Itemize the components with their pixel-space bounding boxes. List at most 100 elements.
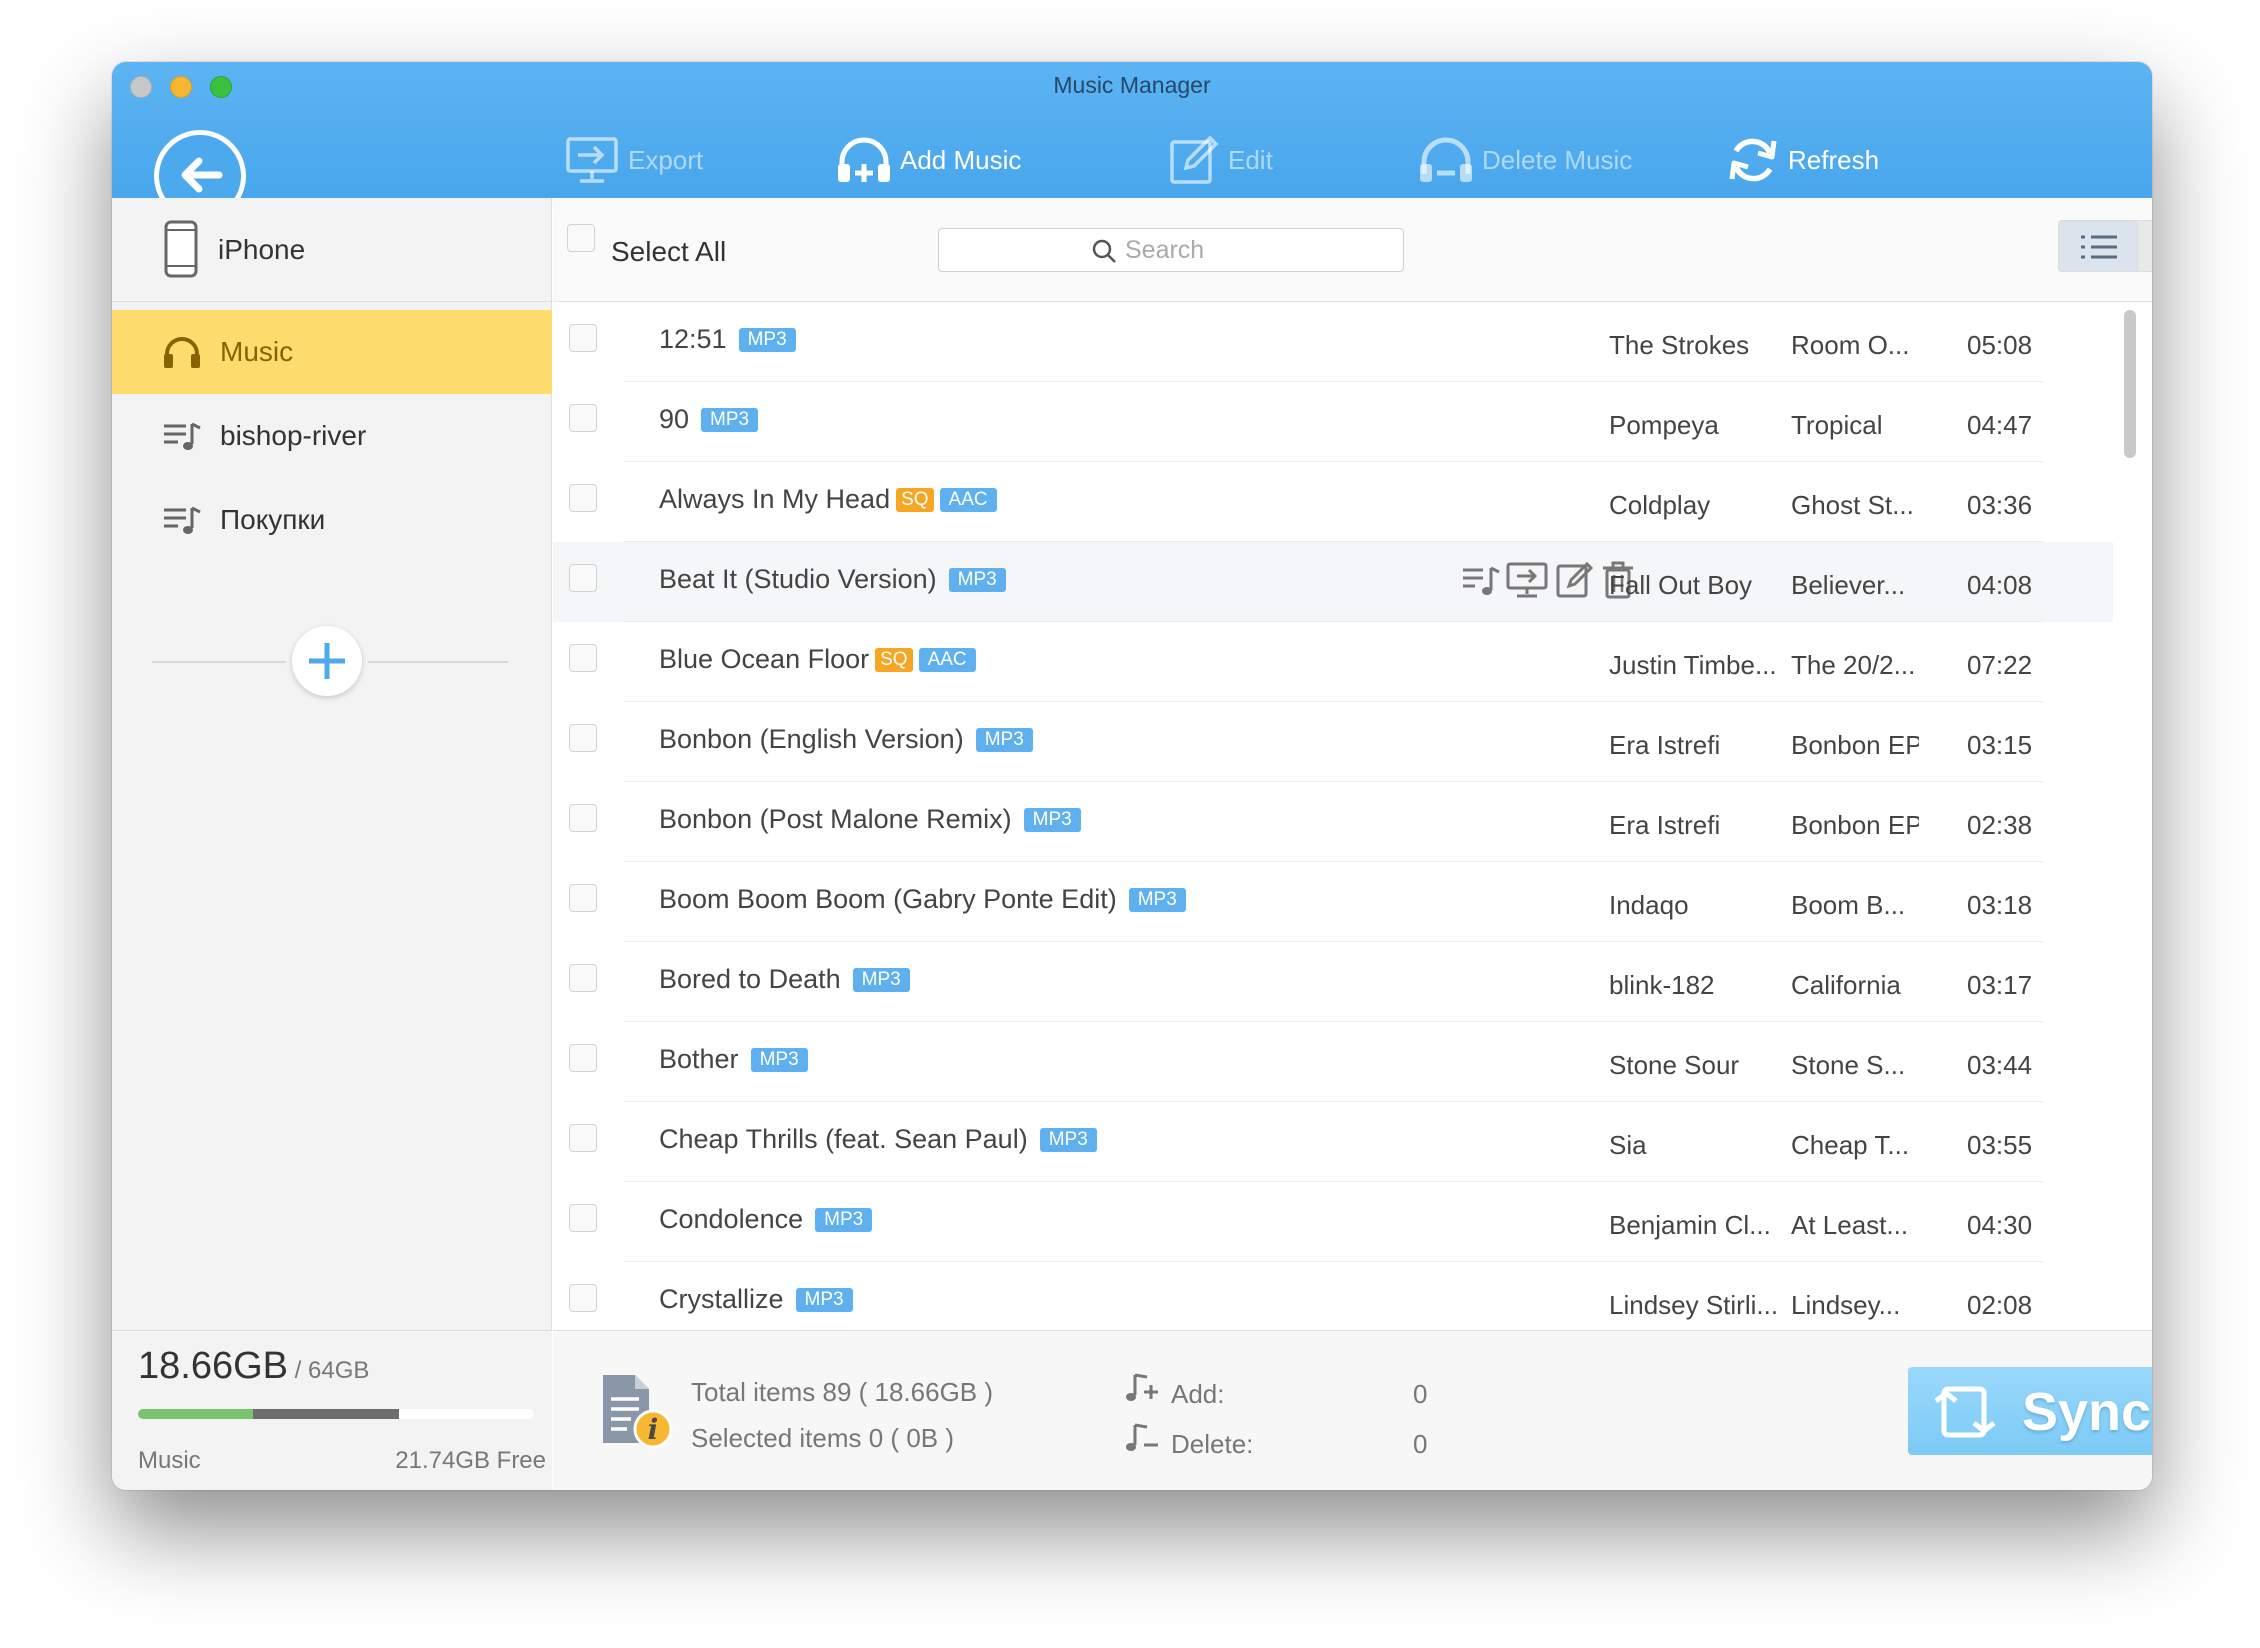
select-all-checkbox[interactable] [567,224,595,252]
refresh-button[interactable]: Refresh [1726,132,1879,188]
track-title-cell: Crystallize MP3 [659,1284,853,1315]
track-title: Boom Boom Boom (Gabry Ponte Edit) [659,884,1117,914]
format-badge: MP3 [948,568,1006,592]
track-album: Lindsey... [1791,1290,1901,1320]
track-checkbox[interactable] [569,884,597,912]
format-badge: MP3 [1023,808,1081,832]
edit-button[interactable]: Edit [1168,132,1273,188]
device-header[interactable]: iPhone [112,198,552,302]
track-checkbox[interactable] [569,324,597,352]
storage-free: 21.74GB Free [395,1447,546,1474]
sidebar-item-label: Music [220,336,294,367]
add-playlist-button[interactable] [292,626,362,696]
track-artist: Era Istrefi [1609,730,1721,760]
track-title-cell: Bored to Death MP3 [659,964,910,995]
format-badge: MP3 [738,328,796,352]
track-artist: Lindsey Stirli... [1609,1290,1779,1320]
track-title-cell: Cheap Thrills (feat. Sean Paul) MP3 [659,1124,1097,1155]
track-artist: Sia [1609,1130,1647,1160]
format-badge: MP3 [852,968,910,992]
track-row[interactable]: Bother MP3 Stone Sour Stone S... 03:44 [553,1022,2113,1102]
track-row[interactable]: Always In My Head SQ AAC Coldplay Ghost St..… [553,462,2113,542]
sync-button[interactable]: Sync [1908,1367,2152,1455]
title-bar: Music Manager Export Add Music Edit Dele… [112,62,2152,222]
add-music-icon [838,137,890,182]
track-list: 12:51 MP3 The Strokes Room O... 05:08 90 MP3 Po… [553,302,2152,1330]
export-row-icon[interactable] [1505,560,1549,600]
track-checkbox[interactable] [569,484,597,512]
track-title: 90 [659,404,690,434]
track-title: Condolence [659,1204,804,1234]
select-all-label[interactable]: Select All [611,236,726,268]
edit-row-icon[interactable] [1555,560,1595,600]
track-artist: Indaqo [1609,890,1689,920]
track-row[interactable]: Crystallize MP3 Lindsey Stirli... Lindsey..… [553,1262,2113,1330]
delete-music-button[interactable]: Delete Music [1418,132,1632,188]
track-album: Bonbon EP [1791,810,1919,840]
track-checkbox[interactable] [569,964,597,992]
track-title: Bored to Death [659,964,841,994]
divider [368,661,508,663]
track-artist: Justin Timbe... [1609,650,1777,680]
track-checkbox[interactable] [569,644,597,672]
track-title: Always In My Head [659,484,891,514]
plus-icon [309,643,345,679]
track-title-cell: Bonbon (Post Malone Remix) MP3 [659,804,1081,835]
main-panel: Select All Search 12:51 MP3 The Strokes … [553,198,2152,1490]
delete-music-label: Delete Music [1482,144,1633,175]
track-title-cell: 12:51 MP3 [659,324,796,355]
track-row[interactable]: Cheap Thrills (feat. Sean Paul) MP3 Sia Che… [553,1102,2113,1182]
sidebar-item-music[interactable]: Music [112,310,552,394]
export-label: Export [628,144,704,175]
track-row[interactable]: Blue Ocean Floor SQ AAC Justin Timbe... The … [553,622,2113,702]
add-count-value: 0 [1413,1379,1428,1409]
track-row[interactable]: Bonbon (English Version) MP3 Era Istrefi Bo… [553,702,2113,782]
track-duration: 05:08 [1967,330,2033,360]
artist-view-button[interactable] [2137,220,2152,272]
sidebar-item-purchases[interactable]: Покупки [112,478,552,562]
format-badge: MP3 [975,728,1033,752]
format-badge: MP3 [1128,888,1186,912]
add-to-playlist-icon[interactable] [1461,560,1501,600]
track-checkbox[interactable] [569,1204,597,1232]
track-checkbox[interactable] [569,404,597,432]
track-row[interactable]: Beat It (Studio Version) MP3 Fall Out Boy B… [553,542,2113,622]
track-row[interactable]: Boom Boom Boom (Gabry Ponte Edit) MP3 Inda… [553,862,2113,942]
search-box[interactable] [938,228,1404,272]
sidebar-item-label: bishop-river [220,420,367,451]
track-row[interactable]: Bored to Death MP3 blink-182 California 03:1… [553,942,2113,1022]
refresh-label: Refresh [1788,144,1880,175]
track-checkbox[interactable] [569,1284,597,1312]
track-title: Cheap Thrills (feat. Sean Paul) [659,1124,1028,1154]
track-row[interactable]: Bonbon (Post Malone Remix) MP3 Era Istrefi… [553,782,2113,862]
storage-total: / 64GB [288,1357,370,1384]
sidebar-item-bishop-river[interactable]: bishop-river [112,394,552,478]
search-input[interactable] [1125,234,1385,266]
scrollbar[interactable] [2124,310,2138,1330]
add-music-button[interactable]: Add Music [836,132,1021,188]
storage-panel: 18.66GB / 64GB Music 21.74GB Free [112,1330,552,1490]
track-title: Bother [659,1044,739,1074]
track-row[interactable]: 12:51 MP3 The Strokes Room O... 05:08 [553,302,2113,382]
track-title-cell: 90 MP3 [659,404,759,435]
track-row[interactable]: Condolence MP3 Benjamin Cl... At Least... 04… [553,1182,2113,1262]
scroll-thumb[interactable] [2124,310,2136,458]
track-checkbox[interactable] [569,1124,597,1152]
track-row[interactable]: 90 MP3 Pompeya Tropical 04:47 [553,382,2113,462]
track-checkbox[interactable] [569,724,597,752]
track-duration: 03:55 [1967,1130,2033,1160]
track-checkbox[interactable] [569,1044,597,1072]
track-checkbox[interactable] [569,804,597,832]
sync-label: Sync [2022,1382,2152,1442]
iphone-icon [164,220,198,278]
delete-song-icon [1126,1423,1158,1451]
delete-music-icon [1420,137,1472,182]
track-artist: Benjamin Cl... [1609,1210,1771,1240]
format-badge: AAC [939,488,997,512]
export-button[interactable]: Export [564,132,703,188]
track-checkbox[interactable] [569,564,597,592]
format-badge: MP3 [1039,1128,1097,1152]
track-album: California [1791,970,1901,1000]
list-view-button[interactable] [2058,220,2138,272]
track-duration: 03:36 [1967,490,2033,520]
